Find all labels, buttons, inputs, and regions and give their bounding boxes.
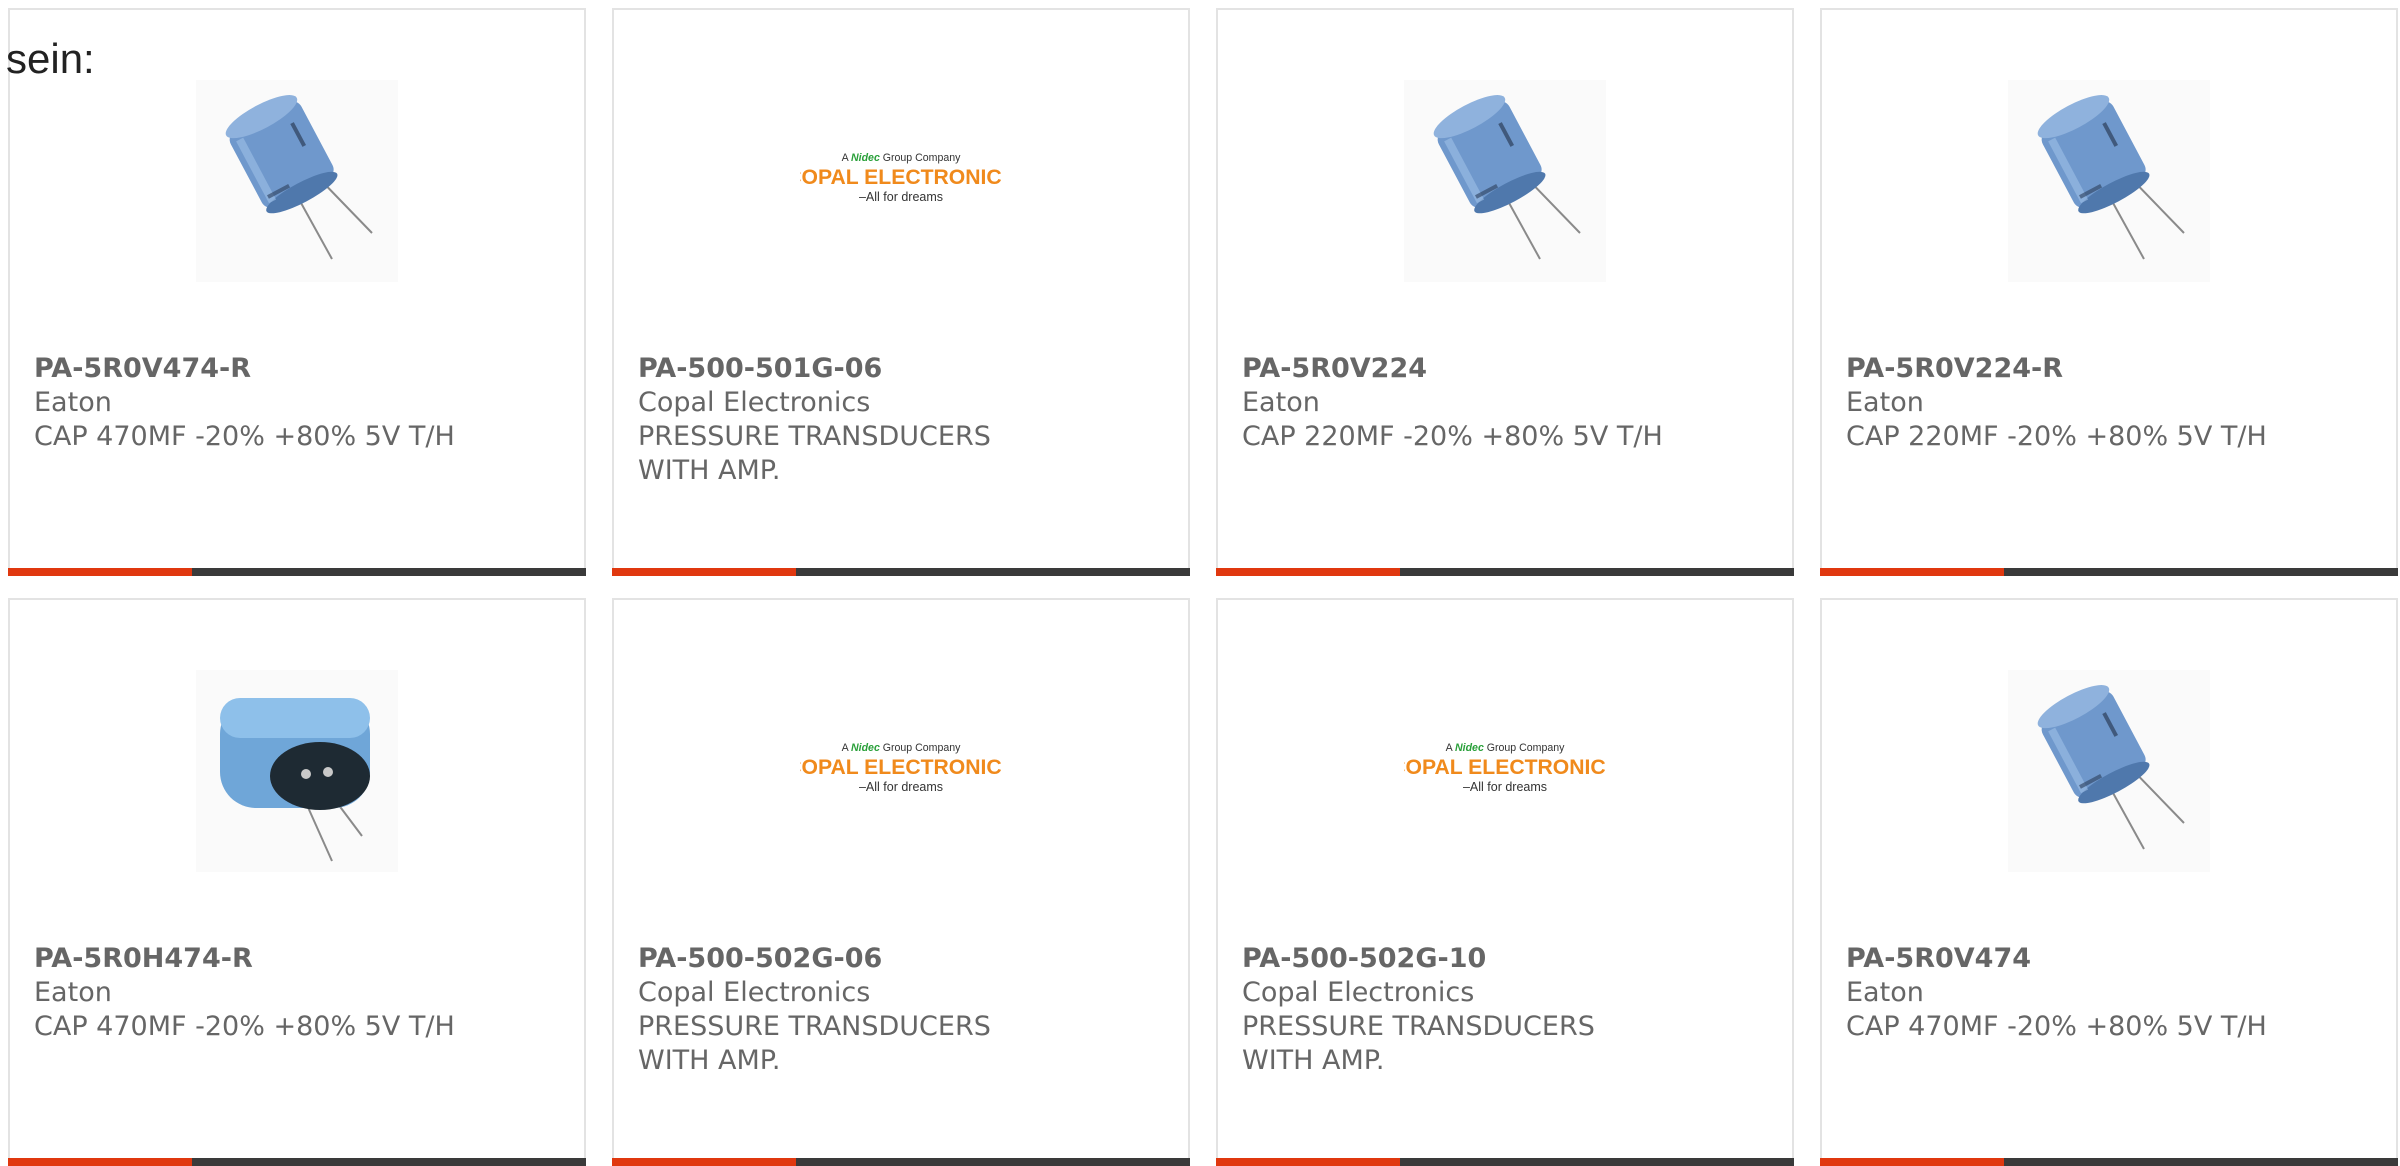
svg-text:–All for dreams: –All for dreams — [1463, 780, 1547, 794]
part-number[interactable]: PA-5R0V474 — [1846, 942, 2276, 976]
svg-text:A Nidec Group Company: A Nidec Group Company — [842, 152, 961, 164]
capacitor-radial-image[interactable] — [1404, 80, 1606, 282]
capacitor-radial-image[interactable] — [2008, 80, 2210, 282]
svg-text:COPAL ELECTRONICS: COPAL ELECTRONICS — [800, 166, 1002, 189]
part-number[interactable]: PA-5R0V474-R — [34, 352, 464, 386]
product-grid: PA-5R0V474-R Eaton CAP 470MF -20% +80% 5V … — [8, 8, 2398, 1166]
manufacturer: Eaton — [1846, 977, 1924, 1008]
svg-text:A Nidec Group Company: A Nidec Group Company — [842, 742, 961, 754]
manufacturer: Eaton — [1242, 387, 1320, 418]
product-info: PA-5R0V224-R Eaton CAP 220MF -20% +80% 5V … — [1846, 352, 2276, 454]
card-accent-bar — [612, 1158, 796, 1166]
capacitor-radial-image[interactable] — [196, 80, 398, 282]
part-number[interactable]: PA-500-502G-06 — [638, 942, 1068, 976]
manufacturer: Eaton — [34, 977, 112, 1008]
product-info: PA-500-502G-10 Copal Electronics PRESSURE … — [1242, 942, 1672, 1078]
svg-text:COPAL ELECTRONICS: COPAL ELECTRONICS — [1404, 756, 1606, 779]
copal-electronics-logo[interactable]: A Nidec Group Company COPAL ELECTRONICS … — [1404, 670, 1606, 872]
card-bottom-bar — [612, 1158, 1190, 1166]
manufacturer: Copal Electronics — [638, 977, 871, 1008]
description: PRESSURE TRANSDUCERS WITH AMP. — [638, 421, 991, 486]
card-bottom-bar — [8, 568, 586, 576]
card-bottom-bar — [8, 1158, 586, 1166]
part-number[interactable]: PA-5R0H474-R — [34, 942, 464, 976]
card-accent-bar — [8, 1158, 192, 1166]
svg-text:A Nidec Group Company: A Nidec Group Company — [1446, 742, 1565, 754]
description: CAP 470MF -20% +80% 5V T/H — [1846, 1011, 2267, 1042]
card-accent-bar — [1820, 568, 2004, 576]
product-card[interactable]: A Nidec Group Company COPAL ELECTRONICS … — [1216, 598, 1794, 1166]
part-number[interactable]: PA-500-501G-06 — [638, 352, 1068, 386]
product-card[interactable]: A Nidec Group Company COPAL ELECTRONICS … — [612, 598, 1190, 1166]
description: PRESSURE TRANSDUCERS WITH AMP. — [638, 1011, 991, 1076]
part-number[interactable]: PA-5R0V224-R — [1846, 352, 2276, 386]
product-card[interactable]: PA-5R0V474 Eaton CAP 470MF -20% +80% 5V T/… — [1820, 598, 2398, 1166]
page-heading: sein: — [6, 35, 95, 82]
svg-text:COPAL ELECTRONICS: COPAL ELECTRONICS — [800, 756, 1002, 779]
product-info: PA-5R0V224 Eaton CAP 220MF -20% +80% 5V T/… — [1242, 352, 1672, 454]
product-card[interactable]: PA-5R0V224 Eaton CAP 220MF -20% +80% 5V T/… — [1216, 8, 1794, 576]
product-card[interactable]: PA-5R0V474-R Eaton CAP 470MF -20% +80% 5V … — [8, 8, 586, 576]
description: CAP 470MF -20% +80% 5V T/H — [34, 421, 455, 452]
manufacturer: Copal Electronics — [1242, 977, 1475, 1008]
product-info: PA-500-501G-06 Copal Electronics PRESSURE … — [638, 352, 1068, 488]
part-number[interactable]: PA-500-502G-10 — [1242, 942, 1672, 976]
card-accent-bar — [1216, 568, 1400, 576]
card-bottom-bar — [1216, 568, 1794, 576]
product-card[interactable]: A Nidec Group Company COPAL ELECTRONICS … — [612, 8, 1190, 576]
card-accent-bar — [612, 568, 796, 576]
product-info: PA-5R0V474-R Eaton CAP 470MF -20% +80% 5V … — [34, 352, 464, 454]
capacitor-horizontal-image[interactable] — [196, 670, 398, 872]
copal-electronics-logo[interactable]: A Nidec Group Company COPAL ELECTRONICS … — [800, 80, 1002, 282]
manufacturer: Copal Electronics — [638, 387, 871, 418]
product-info: PA-5R0H474-R Eaton CAP 470MF -20% +80% 5V … — [34, 942, 464, 1044]
manufacturer: Eaton — [1846, 387, 1924, 418]
card-bottom-bar — [1216, 1158, 1794, 1166]
card-accent-bar — [1216, 1158, 1400, 1166]
description: PRESSURE TRANSDUCERS WITH AMP. — [1242, 1011, 1595, 1076]
description: CAP 470MF -20% +80% 5V T/H — [34, 1011, 455, 1042]
description: CAP 220MF -20% +80% 5V T/H — [1242, 421, 1663, 452]
product-card[interactable]: PA-5R0H474-R Eaton CAP 470MF -20% +80% 5V … — [8, 598, 586, 1166]
svg-text:–All for dreams: –All for dreams — [859, 780, 943, 794]
product-card[interactable]: PA-5R0V224-R Eaton CAP 220MF -20% +80% 5V … — [1820, 8, 2398, 576]
description: CAP 220MF -20% +80% 5V T/H — [1846, 421, 2267, 452]
product-info: PA-500-502G-06 Copal Electronics PRESSURE … — [638, 942, 1068, 1078]
capacitor-radial-image[interactable] — [2008, 670, 2210, 872]
copal-electronics-logo[interactable]: A Nidec Group Company COPAL ELECTRONICS … — [800, 670, 1002, 872]
product-info: PA-5R0V474 Eaton CAP 470MF -20% +80% 5V T/… — [1846, 942, 2276, 1044]
card-bottom-bar — [1820, 568, 2398, 576]
card-bottom-bar — [612, 568, 1190, 576]
card-bottom-bar — [1820, 1158, 2398, 1166]
card-accent-bar — [8, 568, 192, 576]
svg-text:–All for dreams: –All for dreams — [859, 190, 943, 204]
part-number[interactable]: PA-5R0V224 — [1242, 352, 1672, 386]
card-accent-bar — [1820, 1158, 2004, 1166]
manufacturer: Eaton — [34, 387, 112, 418]
